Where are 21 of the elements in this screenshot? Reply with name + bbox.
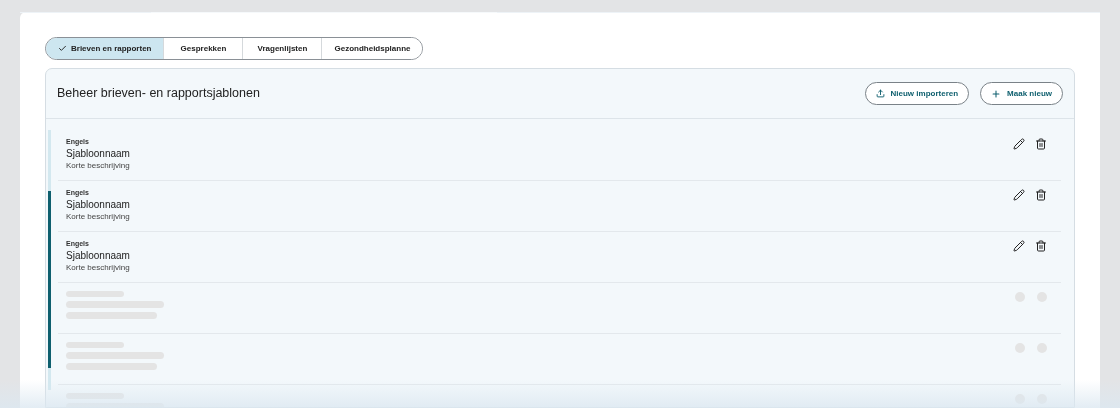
delete-icon[interactable] — [1035, 240, 1047, 252]
template-description: Korte beschrijving — [66, 262, 130, 273]
scrollbar[interactable] — [48, 130, 51, 390]
template-name: Sjabloonnaam — [66, 198, 130, 211]
template-description: Korte beschrijving — [66, 211, 130, 222]
import-button[interactable]: Nieuw importeren — [864, 82, 970, 105]
template-description: Korte beschrijving — [66, 160, 130, 171]
edit-icon[interactable] — [1013, 240, 1025, 252]
upload-icon — [875, 89, 885, 98]
edit-icon[interactable] — [1013, 138, 1025, 150]
create-button[interactable]: Maak nieuw — [980, 82, 1063, 105]
plus-icon — [991, 88, 1002, 99]
delete-icon[interactable] — [1035, 189, 1047, 201]
tab[interactable]: Brieven en rapporten — [46, 38, 164, 59]
delete-icon[interactable] — [1035, 138, 1047, 150]
edit-icon[interactable] — [1013, 189, 1025, 201]
panel-title: Beheer brieven- en rapportsjablonen — [57, 85, 260, 103]
template-name: Sjabloonnaam — [66, 147, 130, 160]
check-icon — [58, 44, 67, 53]
template-name: Sjabloonnaam — [66, 249, 130, 262]
tab[interactable]: Gezondheidsplanne — [321, 38, 423, 59]
